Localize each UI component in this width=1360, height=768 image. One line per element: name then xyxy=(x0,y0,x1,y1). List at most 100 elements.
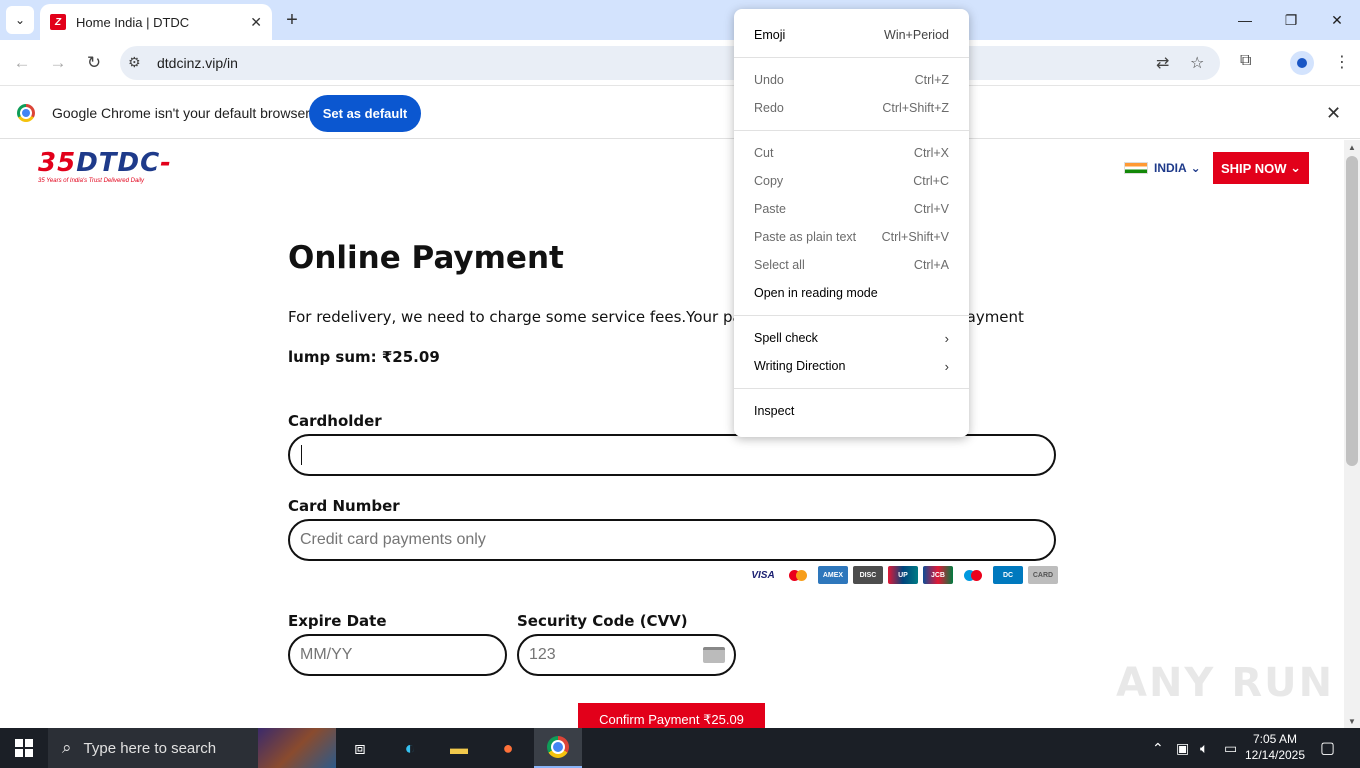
ctx-undo[interactable]: Undo Ctrl+Z xyxy=(734,66,969,94)
windows-logo-icon xyxy=(15,739,33,757)
tab-title: Home India | DTDC xyxy=(76,14,190,30)
tab-search-button[interactable]: ⌄ xyxy=(6,6,34,34)
site-info-icon[interactable]: ⚙ xyxy=(128,54,141,71)
expire-date-label: Expire Date xyxy=(288,612,387,630)
extensions-puzzle-icon[interactable]: ⧉ xyxy=(1240,52,1251,70)
chrome-taskbar-icon[interactable] xyxy=(534,728,582,768)
bookmark-star-icon[interactable]: ☆ xyxy=(1190,53,1204,73)
scroll-up-arrow-icon[interactable]: ▲ xyxy=(1344,140,1360,154)
ctx-writing-direction[interactable]: Writing Direction › xyxy=(734,352,969,380)
scroll-thumb[interactable] xyxy=(1346,156,1358,466)
notifications-icon[interactable]: ▢ xyxy=(1320,728,1335,768)
browser-tab[interactable]: Z Home India | DTDC ✕ xyxy=(40,4,272,40)
context-menu: Emoji Win+Period Undo Ctrl+Z Redo Ctrl+Shif… xyxy=(734,9,969,437)
ctx-select-all[interactable]: Select all Ctrl+A xyxy=(734,251,969,279)
chevron-right-icon: › xyxy=(944,358,949,374)
india-flag-icon xyxy=(1124,162,1148,174)
mastercard-icon xyxy=(783,566,813,584)
cvv-card-icon xyxy=(703,647,725,663)
tray-chevron-up-icon[interactable]: ⌃ xyxy=(1152,728,1164,768)
page-title: Online Payment xyxy=(288,240,564,276)
search-highlight-image[interactable] xyxy=(258,728,336,768)
chevron-down-icon: ⌄ xyxy=(1290,160,1302,175)
ship-now-button[interactable]: SHIP NOW ⌄ xyxy=(1213,152,1309,184)
infobar-close-icon[interactable]: ✕ xyxy=(1326,103,1341,124)
country-label: INDIA xyxy=(1154,161,1187,175)
chevron-down-icon: ⌄ xyxy=(14,13,26,27)
unionpay-icon: UP xyxy=(888,566,918,584)
page-scrollbar[interactable]: ▲ ▼ xyxy=(1344,140,1360,728)
scroll-down-arrow-icon[interactable]: ▼ xyxy=(1344,714,1360,728)
network-icon[interactable]: ▭ xyxy=(1224,728,1237,768)
ctx-reading-mode[interactable]: Open in reading mode xyxy=(734,279,969,307)
firefox-icon[interactable]: ● xyxy=(484,728,532,768)
chevron-down-icon: ⌄ xyxy=(1190,161,1201,175)
forward-arrow-icon[interactable]: → xyxy=(44,49,72,77)
search-icon: ⌕ xyxy=(62,738,72,757)
browser-toolbar: ← → ↻ ⚙ dtdcinz.vip/in ⇄ ☆ ⧉ ⋮ xyxy=(0,40,1360,86)
cvv-placeholder: 123 xyxy=(529,646,556,663)
task-view-icon[interactable]: ⧈ xyxy=(336,728,384,768)
ctx-paste[interactable]: Paste Ctrl+V xyxy=(734,195,969,223)
ctx-inspect[interactable]: Inspect xyxy=(734,397,969,425)
amex-icon: AMEX xyxy=(818,566,848,584)
card-number-label: Card Number xyxy=(288,497,400,515)
meet-now-icon[interactable]: ▣ xyxy=(1176,728,1189,768)
address-bar[interactable]: ⚙ dtdcinz.vip/in ⇄ ☆ xyxy=(120,46,1220,80)
cardholder-input[interactable] xyxy=(288,434,1056,476)
windows-taskbar: ⌕ Type here to search ⧈ ◐ ▬ ● ⌃ ▣ 🔈︎ ▭ 7… xyxy=(0,728,1360,768)
back-arrow-icon[interactable]: ← xyxy=(8,49,36,77)
window-close-icon[interactable]: ✕ xyxy=(1314,0,1360,40)
close-icon[interactable]: ✕ xyxy=(250,14,262,31)
ctx-redo[interactable]: Redo Ctrl+Shift+Z xyxy=(734,94,969,122)
translate-icon[interactable]: ⇄ xyxy=(1156,53,1169,73)
profile-avatar-icon[interactable] xyxy=(1290,51,1314,75)
diners-club-icon: DC xyxy=(993,566,1023,584)
menu-kebab-icon[interactable]: ⋮ xyxy=(1334,52,1350,72)
discover-icon: DISC xyxy=(853,566,883,584)
clock-date: 12/14/2025 xyxy=(1244,748,1306,762)
reload-icon[interactable]: ↻ xyxy=(80,49,108,77)
chrome-logo-icon xyxy=(17,104,35,122)
tab-strip: ⌄ Z Home India | DTDC ✕ + — ❐ ✕ xyxy=(0,0,1360,40)
cvv-label: Security Code (CVV) xyxy=(517,612,688,630)
dtdc-logo[interactable]: 35DTDC- 35 Years of India's Trust Delive… xyxy=(38,148,172,184)
card-number-input[interactable]: Credit card payments only xyxy=(288,519,1056,561)
clock-time: 7:05 AM xyxy=(1252,732,1298,746)
generic-card-icon: CARD xyxy=(1028,566,1058,584)
file-explorer-icon[interactable]: ▬ xyxy=(435,728,483,768)
restore-icon[interactable]: ❐ xyxy=(1268,0,1314,40)
ctx-paste-plain[interactable]: Paste as plain text Ctrl+Shift+V xyxy=(734,223,969,251)
card-brand-icons: VISA AMEX DISC UP JCB DC CARD xyxy=(748,566,1058,584)
anyrun-watermark: ANY RUN xyxy=(1116,660,1335,706)
ctx-emoji[interactable]: Emoji Win+Period xyxy=(734,21,969,49)
edge-icon[interactable]: ◐ xyxy=(386,728,434,768)
taskbar-clock[interactable]: 7:05 AM 12/14/2025 xyxy=(1240,731,1310,763)
expire-date-input[interactable]: MM/YY xyxy=(288,634,507,676)
cvv-input[interactable]: 123 xyxy=(517,634,736,676)
lump-sum-text: lump sum: ₹25.09 xyxy=(288,348,440,366)
ctx-spell-check[interactable]: Spell check › xyxy=(734,324,969,352)
web-page: 35DTDC- 35 Years of India's Trust Delive… xyxy=(0,140,1344,728)
dtdc-favicon-icon: Z xyxy=(50,14,66,30)
ctx-cut[interactable]: Cut Ctrl+X xyxy=(734,139,969,167)
set-as-default-button[interactable]: Set as default xyxy=(309,95,421,132)
new-tab-plus-icon[interactable]: + xyxy=(280,8,304,32)
start-button[interactable] xyxy=(0,728,48,768)
visa-icon: VISA xyxy=(748,566,778,584)
jcb-icon: JCB xyxy=(923,566,953,584)
search-placeholder: Type here to search xyxy=(83,739,217,757)
url-text: dtdcinz.vip/in xyxy=(157,55,238,71)
ctx-copy[interactable]: Copy Ctrl+C xyxy=(734,167,969,195)
infobar-message: Google Chrome isn't your default browser xyxy=(52,105,310,121)
country-selector[interactable]: INDIA ⌄ xyxy=(1124,161,1201,175)
default-browser-infobar: Google Chrome isn't your default browser… xyxy=(0,87,1360,139)
maestro-icon xyxy=(958,566,988,584)
logo-tagline: 35 Years of India's Trust Delivered Dail… xyxy=(38,178,144,184)
chevron-right-icon: › xyxy=(944,330,949,346)
cardholder-label: Cardholder xyxy=(288,412,382,430)
text-caret xyxy=(301,445,302,465)
minimize-icon[interactable]: — xyxy=(1222,0,1268,40)
volume-icon[interactable]: 🔈︎ xyxy=(1200,728,1208,768)
confirm-payment-button[interactable]: Confirm Payment ₹25.09 xyxy=(578,703,765,728)
